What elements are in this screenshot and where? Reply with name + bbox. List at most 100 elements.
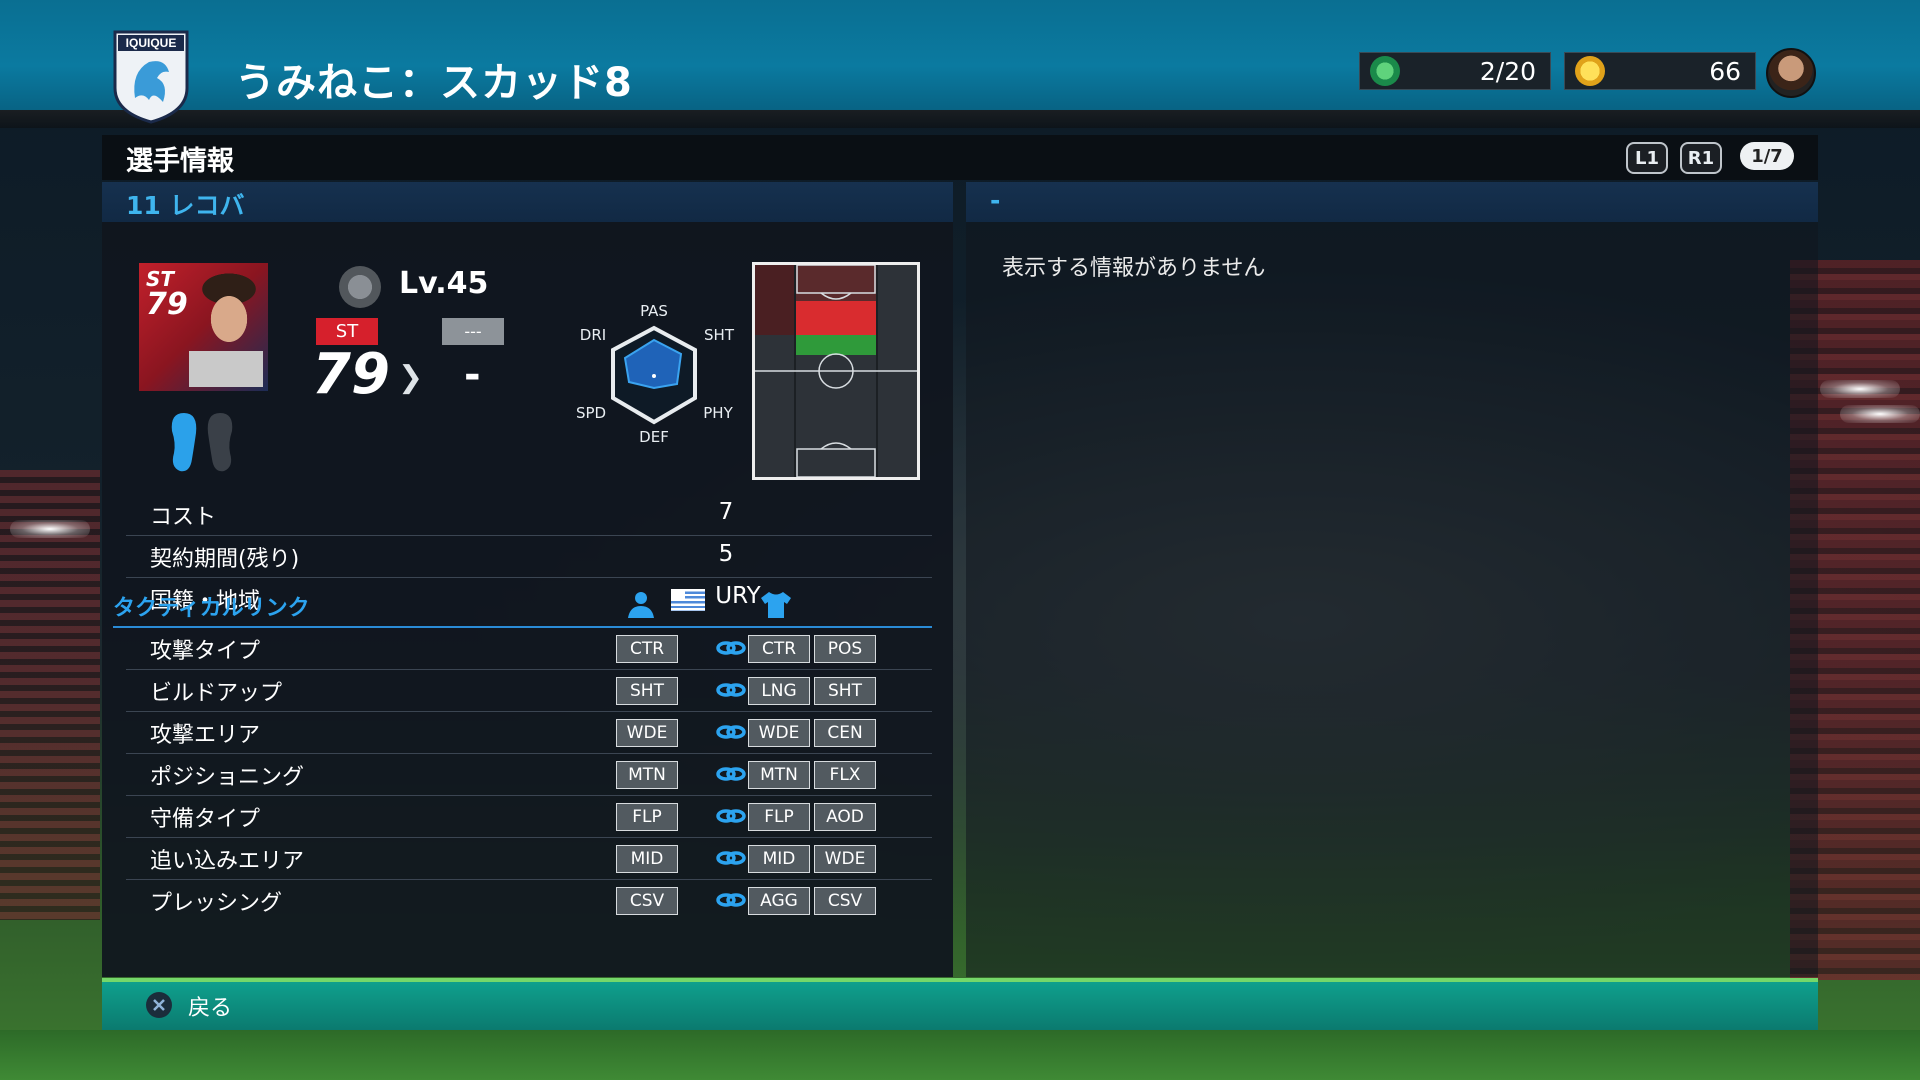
card-rating: 79 <box>146 287 188 322</box>
energy-counter: 66 <box>1564 52 1756 90</box>
team-style-tag-secondary: POS <box>814 635 876 663</box>
team-jersey-icon <box>761 592 791 618</box>
stadium-light <box>1840 405 1920 423</box>
contract-value: 5 <box>718 541 734 567</box>
cost-label: コスト <box>150 505 217 530</box>
tactical-row-label: プレッシング <box>150 891 283 916</box>
gp-counter-value: 2/20 <box>1479 56 1536 86</box>
cost-value: 7 <box>718 499 734 525</box>
player-style-tag: CTR <box>616 635 678 663</box>
player-level: Lv.45 <box>399 266 489 301</box>
footer-bar <box>102 982 1818 1030</box>
link-icon <box>716 809 746 823</box>
player-style-tag: CSV <box>616 887 678 915</box>
next-position-tag: --- <box>442 318 504 345</box>
position-heatmap-field <box>752 262 920 480</box>
stadium-light <box>10 520 90 538</box>
tactical-row[interactable]: 守備タイプ FLP FLP AOD <box>126 796 932 838</box>
info-row-cost: コスト 7 <box>126 494 932 536</box>
l1-button[interactable]: L1 <box>1626 142 1668 174</box>
gp-icon <box>1370 56 1400 86</box>
player-icon <box>628 592 654 618</box>
next-rating: - <box>464 352 481 398</box>
link-icon <box>716 683 746 697</box>
cross-button-icon[interactable] <box>146 992 172 1018</box>
overall-rating: 79 <box>312 342 390 407</box>
empty-message: 表示する情報がありません <box>1002 256 1266 281</box>
team-style-tag-primary: MID <box>748 845 810 873</box>
team-style-tag-secondary: SHT <box>814 677 876 705</box>
level-badge-icon <box>339 266 381 308</box>
link-icon <box>716 893 746 907</box>
detail-header-text: - <box>990 186 1001 215</box>
tactical-row-label: 攻撃タイプ <box>150 639 261 664</box>
tactical-row[interactable]: 追い込みエリア MID MID WDE <box>126 838 932 880</box>
radar-label-def: DEF <box>639 428 669 446</box>
header-divider <box>0 110 1920 128</box>
team-style-tag-primary: WDE <box>748 719 810 747</box>
section-bar <box>102 135 1818 180</box>
player-info-panel: 11 レコバ ST 79 Lv.45 ST --- 79 ❯ - PAS SHT… <box>102 182 953 977</box>
energy-counter-value: 66 <box>1709 56 1741 86</box>
page-indicator: 1/7 <box>1740 142 1794 170</box>
tactical-row-label: ポジショニング <box>150 765 305 790</box>
player-style-tag: MTN <box>616 761 678 789</box>
player-header: 11 レコバ <box>102 182 953 222</box>
tactical-row[interactable]: ビルドアップ SHT LNG SHT <box>126 670 932 712</box>
tactical-row[interactable]: 攻撃エリア WDE WDE CEN <box>126 712 932 754</box>
team-style-tag-primary: AGG <box>748 887 810 915</box>
tactical-link-title: タクティカルリンク <box>113 596 310 621</box>
user-avatar[interactable] <box>1766 48 1816 98</box>
player-style-tag: SHT <box>616 677 678 705</box>
team-style-tag-secondary: WDE <box>814 845 876 873</box>
tactical-row[interactable]: プレッシング CSV AGG CSV <box>126 880 932 921</box>
section-title: 選手情報 <box>126 146 234 177</box>
team-style-tag-secondary: CSV <box>814 887 876 915</box>
chevron-right-icon: ❯ <box>398 360 424 395</box>
radar-label-spd: SPD <box>576 404 606 422</box>
detail-panel: - 表示する情報がありません <box>966 182 1818 977</box>
tactical-link-header: タクティカルリンク <box>113 584 932 628</box>
player-style-tag: FLP <box>616 803 678 831</box>
link-icon <box>716 767 746 781</box>
detail-header: - <box>966 182 1818 222</box>
team-style-tag-secondary: AOD <box>814 803 876 831</box>
info-row-contract: 契約期間(残り) 5 <box>126 536 932 578</box>
tactical-row-label: 攻撃エリア <box>150 723 261 748</box>
player-card[interactable]: ST 79 <box>139 263 268 391</box>
tactical-row-label: 守備タイプ <box>150 807 261 832</box>
tactical-row[interactable]: 攻撃タイプ CTR CTR POS <box>126 628 932 670</box>
foot-preference-icon <box>171 413 233 472</box>
crest-text: IQUIQUE <box>126 36 177 50</box>
link-icon <box>716 641 746 655</box>
link-icon <box>716 851 746 865</box>
team-style-tag-primary: FLP <box>748 803 810 831</box>
back-button[interactable]: 戻る <box>188 990 232 1022</box>
position-tag: ST <box>316 318 378 345</box>
r1-button[interactable]: R1 <box>1680 142 1722 174</box>
team-style-tag-primary: LNG <box>748 677 810 705</box>
tactical-row-label: 追い込みエリア <box>150 849 305 874</box>
team-style-tag-primary: CTR <box>748 635 810 663</box>
team-style-tag-secondary: CEN <box>814 719 876 747</box>
contract-label: 契約期間(残り) <box>150 547 300 572</box>
radar-label-sht: SHT <box>704 326 735 344</box>
player-style-tag: WDE <box>616 719 678 747</box>
gp-counter: 2/20 <box>1359 52 1551 90</box>
tactical-row-label: ビルドアップ <box>150 681 283 706</box>
stats-radar-chart: PAS SHT PHY DEF SPD DRI <box>576 302 735 446</box>
radar-label-pas: PAS <box>640 302 668 320</box>
link-icon <box>716 725 746 739</box>
tactical-row[interactable]: ポジショニング MTN MTN FLX <box>126 754 932 796</box>
squad-title: うみねこ：スカッド8 <box>235 60 633 106</box>
club-crest-icon: IQUIQUE <box>113 30 189 124</box>
radar-label-phy: PHY <box>703 404 733 422</box>
player-face <box>189 267 263 387</box>
stadium-light <box>1820 380 1900 398</box>
team-style-tag-primary: MTN <box>748 761 810 789</box>
energy-icon <box>1575 56 1605 86</box>
team-style-tag-secondary: FLX <box>814 761 876 789</box>
radar-label-dri: DRI <box>580 326 606 344</box>
player-name: 11 レコバ <box>126 191 245 220</box>
player-style-tag: MID <box>616 845 678 873</box>
